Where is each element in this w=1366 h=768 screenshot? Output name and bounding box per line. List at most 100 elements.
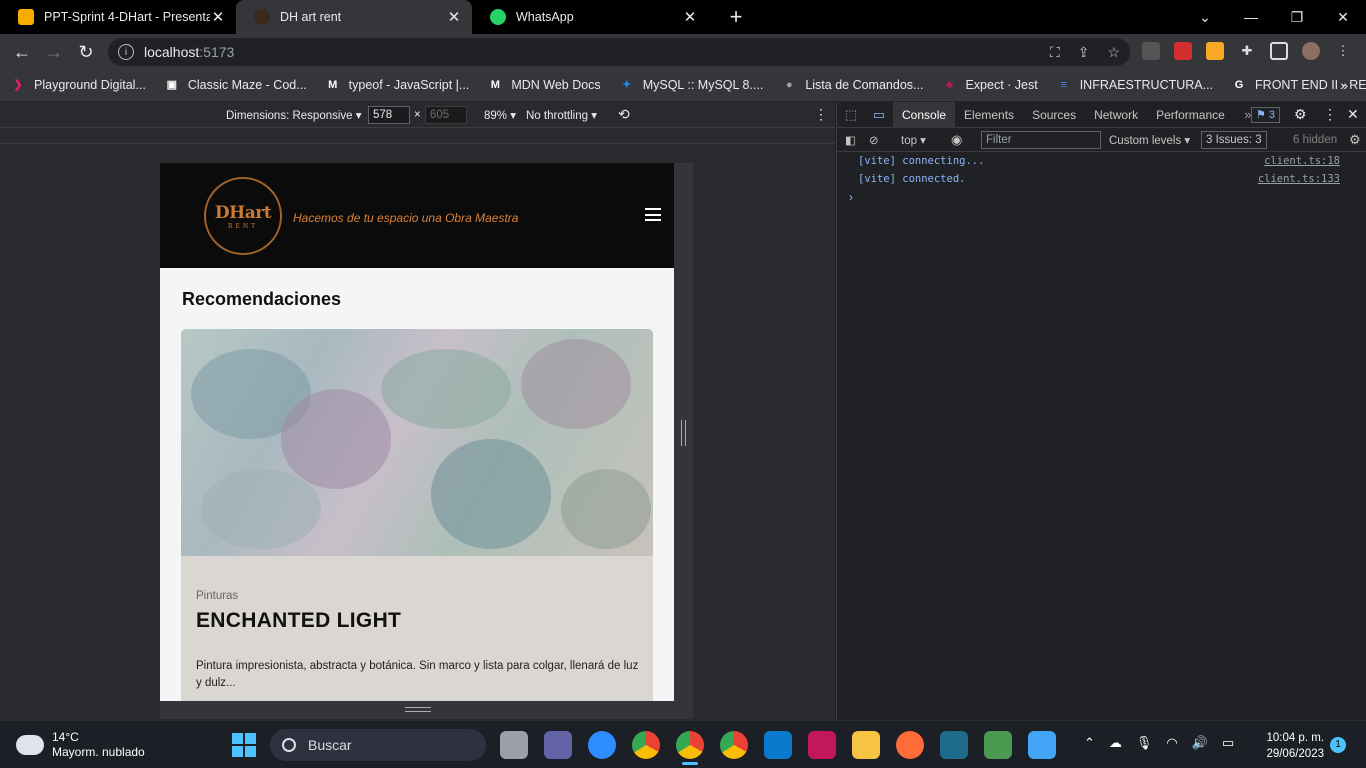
microphone-icon[interactable]: 🎙 <box>1136 735 1153 751</box>
zoom-select[interactable]: 89% ▾ <box>484 108 516 122</box>
tab-sources[interactable]: Sources <box>1023 102 1085 128</box>
search-label: Buscar <box>308 737 352 753</box>
menu-icon[interactable]: ⋮ <box>1334 42 1352 60</box>
restore-button[interactable]: ❐ <box>1274 0 1320 34</box>
devtools-menu-icon[interactable]: ⋮ <box>1323 106 1337 123</box>
filter-input[interactable]: Filter <box>981 131 1101 149</box>
log-source-link[interactable]: client.ts:133 <box>1258 173 1340 185</box>
bookmarks-bar: ❯ Playground Digital... ▣ Classic Maze - Co… <box>0 70 1366 101</box>
postman-icon[interactable] <box>896 731 924 759</box>
tab-dh-art-rent[interactable]: DH art rent ✕ <box>236 0 472 34</box>
extension-icon[interactable] <box>1206 42 1224 60</box>
taskbar-search[interactable]: Buscar <box>270 729 486 761</box>
throttling-select[interactable]: No throttling ▾ <box>526 108 597 122</box>
close-icon[interactable]: ✕ <box>446 8 462 26</box>
close-icon[interactable]: ✕ <box>682 8 698 26</box>
resize-handle-bottom[interactable] <box>405 707 431 712</box>
weather-widget[interactable]: 14°C Mayorm. nublado <box>13 729 145 760</box>
close-window-button[interactable]: ✕ <box>1320 0 1366 34</box>
hamburger-menu-icon[interactable] <box>645 208 661 221</box>
volume-icon[interactable]: 🔊 <box>1192 735 1208 751</box>
settings-gear-icon[interactable]: ⚙ <box>1294 106 1307 123</box>
tab-search-icon[interactable]: ⌄ <box>1182 0 1228 34</box>
height-input[interactable]: 605 <box>425 106 467 124</box>
bookmark-item[interactable]: Mtypeof - JavaScript |... <box>315 77 478 93</box>
sidebar-toggle-icon[interactable]: ◧ <box>845 133 856 147</box>
translate-icon[interactable]: ⛶ <box>1050 44 1060 61</box>
forward-button[interactable]: → <box>38 42 70 63</box>
url-port: :5173 <box>199 44 235 60</box>
live-expression-eye-icon[interactable]: ◉ <box>951 132 962 148</box>
issues-button[interactable]: 3 Issues: 3 <box>1201 131 1267 149</box>
bookmark-item[interactable]: ▣ Classic Maze - Cod... <box>154 77 315 93</box>
vscode-icon[interactable] <box>764 731 792 759</box>
mysql-workbench-icon[interactable] <box>940 731 968 759</box>
teams-icon[interactable] <box>544 731 572 759</box>
minimize-button[interactable]: — <box>1228 0 1274 34</box>
bookmark-item[interactable]: ❯ Playground Digital... <box>0 77 154 93</box>
device-toggle-icon[interactable]: ▭ <box>865 107 893 123</box>
tab-console[interactable]: Console <box>893 101 956 128</box>
chrome-icon[interactable] <box>720 731 748 759</box>
site-info-icon[interactable]: i <box>118 44 134 60</box>
intellij-icon[interactable] <box>808 731 836 759</box>
file-explorer-icon[interactable] <box>852 731 880 759</box>
wifi-icon[interactable]: ◠ <box>1166 735 1177 751</box>
tab-elements[interactable]: Elements <box>955 102 1023 128</box>
reload-button[interactable]: ↻ <box>70 42 102 63</box>
log-levels-select[interactable]: Custom levels ▾ <box>1109 133 1190 147</box>
start-button[interactable] <box>232 733 256 757</box>
chrome-dev-icon[interactable] <box>676 731 704 765</box>
onedrive-cloud-icon[interactable]: ☁ <box>1109 735 1122 751</box>
tab-network[interactable]: Network <box>1085 102 1147 128</box>
close-icon[interactable]: ✕ <box>210 8 226 26</box>
new-tab-button[interactable]: + <box>722 0 750 34</box>
side-panel-icon[interactable] <box>1270 42 1288 60</box>
tab-performance[interactable]: Performance <box>1147 102 1234 128</box>
zoom-icon[interactable] <box>588 731 616 759</box>
battery-icon[interactable]: ▭ <box>1222 735 1234 751</box>
chrome-icon[interactable] <box>632 731 660 759</box>
context-select[interactable]: top ▾ <box>901 133 926 147</box>
console-settings-icon[interactable]: ⚙ <box>1349 132 1361 148</box>
console-prompt[interactable]: › <box>837 188 1366 206</box>
back-button[interactable]: ← <box>6 42 38 63</box>
avatar[interactable] <box>1302 42 1320 60</box>
artwork-image[interactable] <box>181 329 653 556</box>
rotate-icon[interactable]: ⟲ <box>618 106 630 123</box>
issues-badge[interactable]: ⚑ 3 <box>1251 107 1281 123</box>
extension-icon[interactable] <box>1174 42 1192 60</box>
bookmark-item[interactable]: ✦ MySQL :: MySQL 8.... <box>609 77 772 93</box>
dhart-logo[interactable]: DHart RENT <box>204 177 282 255</box>
extension-icon[interactable] <box>1142 42 1160 60</box>
task-view-icon[interactable] <box>500 731 528 759</box>
dimensions-select[interactable]: Dimensions: Responsive ▾ <box>226 108 362 122</box>
clock[interactable]: 10:04 p. m. 29/06/2023 <box>1256 730 1324 762</box>
chevron-up-icon[interactable]: ⌃ <box>1084 735 1095 751</box>
card-title[interactable]: ENCHANTED LIGHT <box>196 609 401 633</box>
bookmark-item[interactable]: M MDN Web Docs <box>477 77 608 93</box>
resize-handle-right[interactable] <box>681 420 686 446</box>
bookmark-item[interactable]: ≡ INFRAESTRUCTURA... <box>1046 77 1221 93</box>
tab-presentation[interactable]: PPT-Sprint 4-DHart - Presentació ✕ <box>0 0 236 34</box>
close-devtools-icon[interactable]: ✕ <box>1347 106 1359 123</box>
bookmark-item[interactable]: ♣ Expect · Jest <box>931 77 1045 93</box>
more-options-icon[interactable]: ⋮ <box>814 106 828 123</box>
log-source-link[interactable]: client.ts:18 <box>1264 155 1340 167</box>
bookmark-star-icon[interactable]: ☆ <box>1107 44 1120 61</box>
bookmark-favicon-icon: M <box>490 79 500 91</box>
width-input[interactable]: 578 <box>368 106 410 124</box>
git-icon[interactable] <box>984 731 1012 759</box>
clear-console-icon[interactable]: ⊘ <box>869 133 879 147</box>
product-card[interactable]: Pinturas ENCHANTED LIGHT Pintura impresi… <box>181 329 653 701</box>
puzzle-icon[interactable]: ✚ <box>1238 42 1256 60</box>
bookmark-label: INFRAESTRUCTURA... <box>1079 78 1214 92</box>
share-icon[interactable]: ⇪ <box>1078 44 1090 61</box>
inspect-icon[interactable]: ⬚ <box>837 107 865 123</box>
notification-badge[interactable]: 1 <box>1330 737 1346 753</box>
more-bookmarks-icon[interactable]: » <box>1340 77 1348 93</box>
address-bar[interactable]: i localhost :5173 ⛶ ⇪ ☆ <box>108 38 1130 66</box>
notepad-icon[interactable] <box>1028 731 1056 759</box>
bookmark-item[interactable]: ● Lista de Comandos... <box>771 77 931 93</box>
tab-whatsapp[interactable]: WhatsApp ✕ <box>472 0 708 34</box>
